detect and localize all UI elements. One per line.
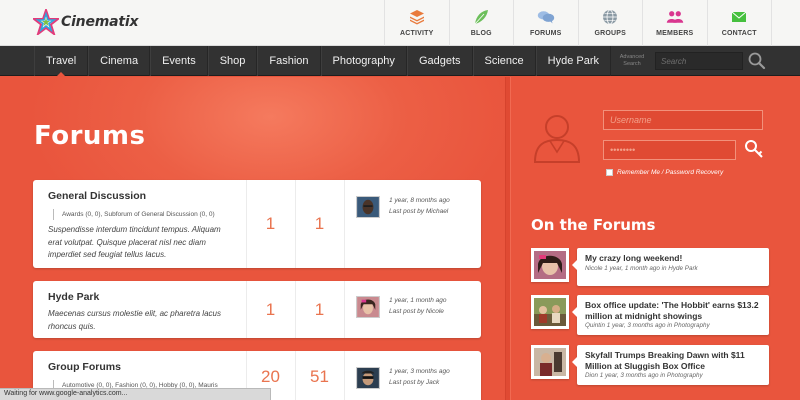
forum-title[interactable]: Hyde Park bbox=[48, 291, 231, 303]
topnav-label: GROUPS bbox=[594, 30, 627, 37]
password-input[interactable] bbox=[603, 140, 736, 160]
topnav-contact[interactable]: CONTACT bbox=[708, 0, 772, 46]
topnav-label: ACTIVITY bbox=[400, 30, 434, 37]
forum-last-post: 1 year, 1 month ago Last post by Nicole bbox=[344, 281, 481, 338]
topnav-blog[interactable]: BLOG bbox=[450, 0, 514, 46]
topic-title[interactable]: Box office update: 'The Hobbit' earns $1… bbox=[585, 300, 761, 321]
forum-subforums[interactable]: Awards (0, 0), Subforum of General Discu… bbox=[53, 209, 231, 220]
avatar[interactable] bbox=[356, 196, 380, 218]
nav-events[interactable]: Events bbox=[150, 46, 208, 76]
topnav-groups[interactable]: GROUPS bbox=[579, 0, 643, 46]
topic-image bbox=[534, 348, 566, 376]
last-post-time[interactable]: 1 year, 1 month ago bbox=[389, 295, 446, 306]
sidebar-topic[interactable]: Skyfall Trumps Breaking Dawn with $11 Mi… bbox=[531, 345, 769, 385]
top-header: Cinematix ACTIVITY BLOG FORUMS GROUPS ME… bbox=[0, 0, 800, 46]
logo[interactable]: Cinematix bbox=[33, 9, 138, 35]
page-title: Forums bbox=[34, 121, 146, 151]
top-nav: ACTIVITY BLOG FORUMS GROUPS MEMBERS CONT… bbox=[384, 0, 772, 46]
topnav-label: FORUMS bbox=[529, 30, 562, 37]
last-post-author: Last post by Jack bbox=[389, 379, 440, 386]
nav-shop[interactable]: Shop bbox=[207, 46, 258, 76]
topic-thumbnail[interactable] bbox=[531, 248, 569, 282]
forum-info: General Discussion Awards (0, 0), Subfor… bbox=[33, 180, 246, 268]
topic-thumbnail[interactable] bbox=[531, 345, 569, 379]
topic-title[interactable]: Skyfall Trumps Breaking Dawn with $11 Mi… bbox=[585, 350, 761, 371]
forum-last-post: 1 year, 3 months ago Last post by Jack bbox=[344, 351, 481, 400]
forum-post-count: 51 bbox=[295, 351, 343, 400]
topnav-activity[interactable]: ACTIVITY bbox=[385, 0, 450, 46]
forum-topic-count: 1 bbox=[246, 180, 294, 268]
topic-image bbox=[534, 251, 566, 279]
forum-title[interactable]: Group Forums bbox=[48, 361, 231, 373]
forum-row[interactable]: Hyde Park Maecenas cursus molestie elit,… bbox=[33, 281, 481, 338]
topnav-forums[interactable]: FORUMS bbox=[514, 0, 579, 46]
forum-description: Suspendisse interdum tincidunt tempus. A… bbox=[48, 225, 221, 259]
forum-description: Maecenas cursus molestie elit, ac pharet… bbox=[48, 309, 221, 331]
topnav-label: BLOG bbox=[470, 30, 492, 37]
last-post-meta: 1 year, 3 months ago Last post by Jack bbox=[389, 366, 450, 388]
nav-travel[interactable]: Travel bbox=[34, 46, 89, 76]
forum-post-count: 1 bbox=[295, 180, 343, 268]
topnav-label: MEMBERS bbox=[656, 30, 694, 37]
remember-row: Remember Me / Password Recovery bbox=[606, 169, 723, 176]
forum-title[interactable]: General Discussion bbox=[48, 190, 231, 202]
forum-post-count: 1 bbox=[295, 281, 343, 338]
topic-card: My crazy long weekend! Nicole 1 year, 1 … bbox=[572, 248, 769, 286]
nav-photography[interactable]: Photography bbox=[320, 46, 407, 76]
nav-fashion[interactable]: Fashion bbox=[257, 46, 321, 76]
last-post-author: Last post by Michael bbox=[389, 208, 449, 215]
browser-status-bar: Waiting for www.google-analytics.com... bbox=[0, 388, 271, 400]
topic-thumbnail[interactable] bbox=[531, 295, 569, 329]
advanced-search-link[interactable]: Advanced Search bbox=[614, 54, 650, 68]
topic-image bbox=[534, 298, 566, 326]
topic-meta: Nicole 1 year, 1 month ago in Hyde Park bbox=[585, 264, 698, 272]
sidebar-title: On the Forums bbox=[531, 216, 656, 234]
last-post-time[interactable]: 1 year, 3 months ago bbox=[389, 366, 450, 377]
topic-meta: Quintin 1 year, 3 months ago in Photogra… bbox=[585, 322, 710, 329]
search-input[interactable] bbox=[655, 52, 743, 70]
topnav-members[interactable]: MEMBERS bbox=[643, 0, 708, 46]
remember-links: Remember Me / Password Recovery bbox=[617, 169, 723, 176]
avatar[interactable] bbox=[356, 367, 380, 389]
nav-gadgets[interactable]: Gadgets bbox=[406, 46, 473, 76]
chat-bubbles-icon bbox=[537, 11, 554, 24]
topnav-label: CONTACT bbox=[721, 30, 757, 37]
search-icon[interactable] bbox=[746, 51, 768, 71]
leaf-icon bbox=[474, 10, 489, 25]
envelope-icon bbox=[731, 11, 747, 22]
main-nav-links: Travel Cinema Events Shop Fashion Photog… bbox=[34, 46, 612, 76]
sidebar-topic[interactable]: My crazy long weekend! Nicole 1 year, 1 … bbox=[531, 248, 769, 288]
last-post-meta: 1 year, 1 month ago Last post by Nicole bbox=[389, 295, 446, 317]
nav-science[interactable]: Science bbox=[472, 46, 536, 76]
remember-checkbox[interactable] bbox=[606, 169, 613, 176]
forum-last-post: 1 year, 8 months ago Last post by Michae… bbox=[344, 180, 481, 268]
column-divider bbox=[505, 77, 511, 400]
nav-cinema[interactable]: Cinema bbox=[88, 46, 151, 76]
topic-meta: Dion 1 year, 3 months ago in Photography bbox=[585, 372, 703, 379]
members-icon bbox=[666, 11, 683, 23]
last-post-time[interactable]: 1 year, 8 months ago bbox=[389, 195, 450, 206]
sidebar-topic[interactable]: Box office update: 'The Hobbit' earns $1… bbox=[531, 295, 769, 335]
topic-card: Box office update: 'The Hobbit' earns $1… bbox=[572, 295, 769, 335]
advanced-search-label-1: Advanced bbox=[619, 54, 645, 60]
topic-title[interactable]: My crazy long weekend! bbox=[585, 253, 761, 264]
remember-me-label[interactable]: Remember Me bbox=[617, 169, 660, 176]
forum-topic-count: 1 bbox=[246, 281, 294, 338]
user-silhouette-icon bbox=[533, 115, 581, 163]
last-post-author: Last post by Nicole bbox=[389, 308, 444, 315]
key-icon[interactable] bbox=[743, 138, 765, 160]
activity-stack-icon bbox=[409, 10, 424, 25]
globe-icon bbox=[603, 9, 618, 25]
last-post-meta: 1 year, 8 months ago Last post by Michae… bbox=[389, 195, 450, 217]
brand-name: Cinematix bbox=[61, 14, 139, 30]
star-logo-icon bbox=[33, 9, 59, 35]
username-input[interactable] bbox=[603, 110, 763, 130]
password-recovery-link[interactable]: Password Recovery bbox=[665, 169, 723, 176]
topic-card: Skyfall Trumps Breaking Dawn with $11 Mi… bbox=[572, 345, 769, 385]
nav-hyde-park[interactable]: Hyde Park bbox=[535, 46, 612, 76]
forum-row[interactable]: General Discussion Awards (0, 0), Subfor… bbox=[33, 180, 481, 268]
avatar[interactable] bbox=[356, 296, 380, 318]
forum-info: Hyde Park Maecenas cursus molestie elit,… bbox=[33, 281, 246, 338]
advanced-search-label-2: Search bbox=[623, 61, 641, 67]
